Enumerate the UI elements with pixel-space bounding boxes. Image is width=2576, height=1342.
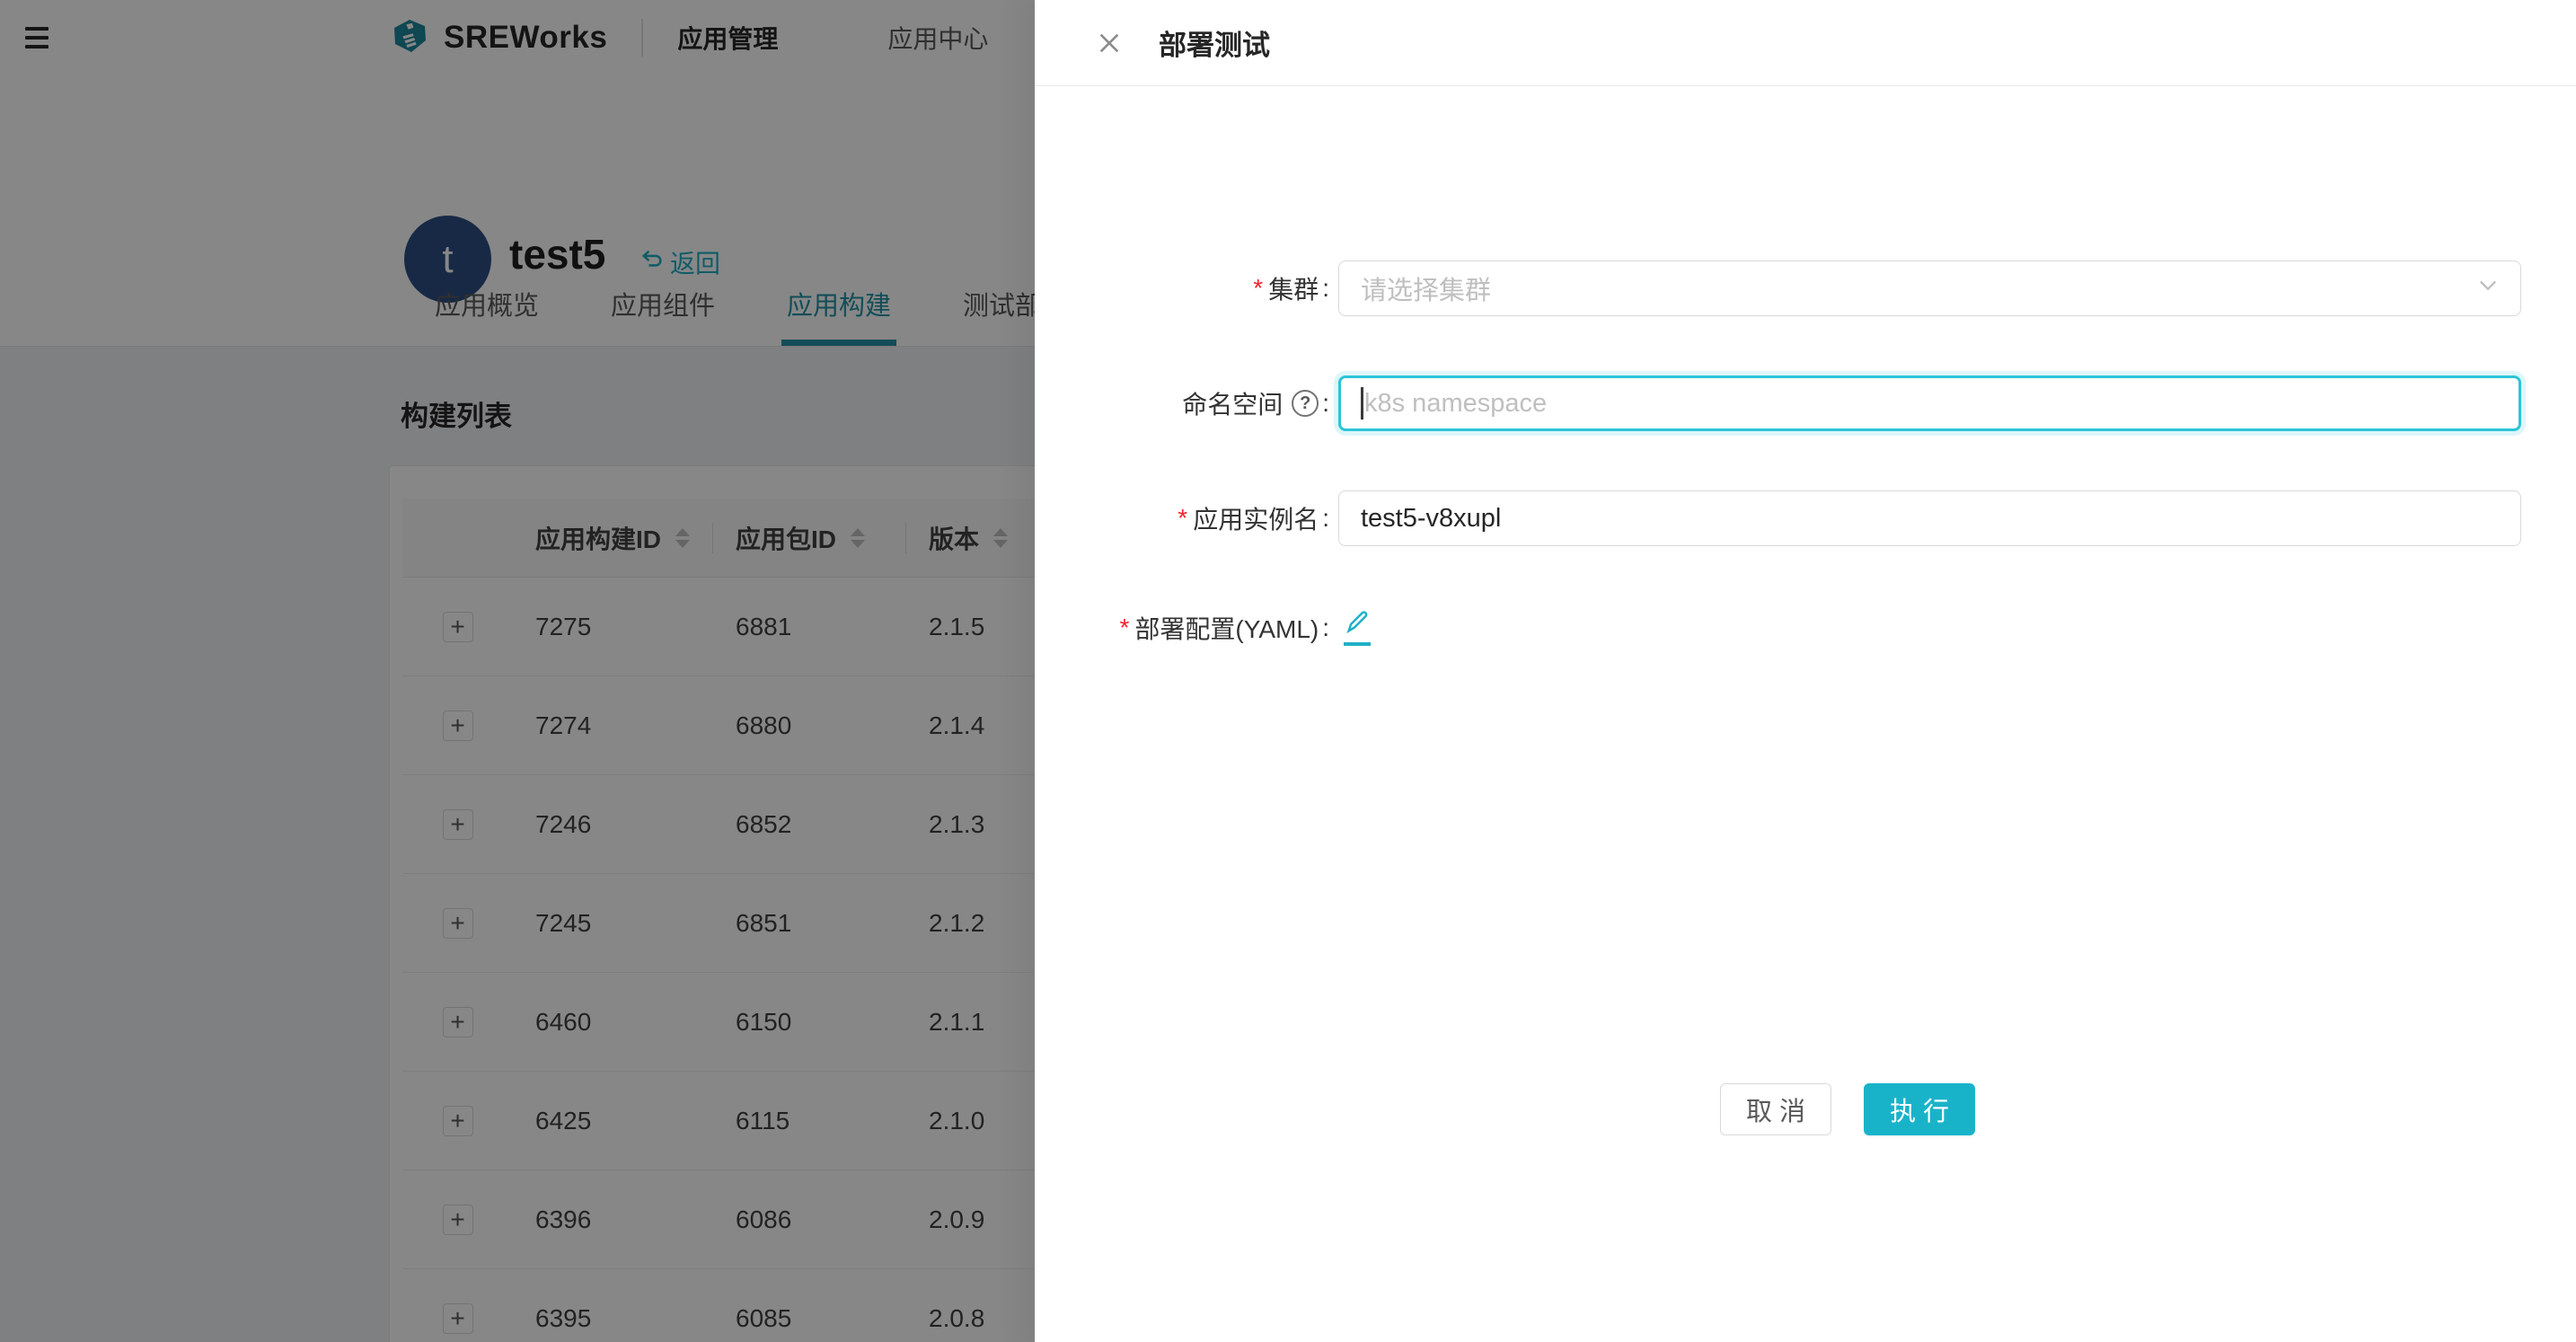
drawer-footer: 取消 执行 — [1720, 1083, 1975, 1135]
help-circle-icon[interactable]: ? — [1292, 390, 1319, 417]
instance-name-input[interactable] — [1338, 490, 2521, 546]
form-row-namespace: 命名空间 ? : k8s namespace — [1035, 375, 2521, 431]
form-row-instance-name: * 应用实例名 : — [1035, 490, 2521, 546]
deploy-test-drawer: 部署测试 * 集群 : 请选择集群 — [1035, 0, 2576, 1342]
chevron-down-icon — [2475, 272, 2501, 305]
drawer-header: 部署测试 — [1035, 0, 2576, 86]
form-row-yaml-config: * 部署配置(YAML) : — [1035, 609, 2521, 646]
required-mark: * — [1119, 614, 1129, 642]
screen: SREWorks 应用管理 应用中心 t test5 返回 应用概览 应用组件 … — [0, 0, 2576, 1342]
yaml-config-label: * 部署配置(YAML) : — [1035, 610, 1338, 646]
required-mark: * — [1253, 274, 1263, 303]
cluster-select-placeholder: 请选择集群 — [1361, 269, 1491, 307]
required-mark: * — [1178, 504, 1187, 533]
namespace-label: 命名空间 ? : — [1035, 385, 1338, 421]
text-cursor — [1361, 387, 1363, 419]
form-row-cluster: * 集群 : 请选择集群 — [1035, 260, 2521, 316]
instance-name-label: * 应用实例名 : — [1035, 500, 1338, 536]
cluster-label: * 集群 : — [1035, 270, 1338, 306]
cluster-select[interactable]: 请选择集群 — [1338, 260, 2521, 316]
deploy-form: * 集群 : 请选择集群 命名空间 ? — [1035, 86, 2576, 1342]
drawer-title: 部署测试 — [1159, 22, 1270, 63]
edit-underline — [1344, 642, 1371, 646]
namespace-placeholder: k8s namespace — [1364, 389, 1547, 419]
execute-button[interactable]: 执行 — [1864, 1083, 1975, 1135]
pencil-icon — [1344, 609, 1371, 640]
edit-yaml-button[interactable] — [1344, 609, 1371, 646]
namespace-input[interactable]: k8s namespace — [1338, 375, 2521, 431]
cancel-button[interactable]: 取消 — [1720, 1083, 1831, 1135]
close-icon[interactable] — [1094, 28, 1125, 58]
